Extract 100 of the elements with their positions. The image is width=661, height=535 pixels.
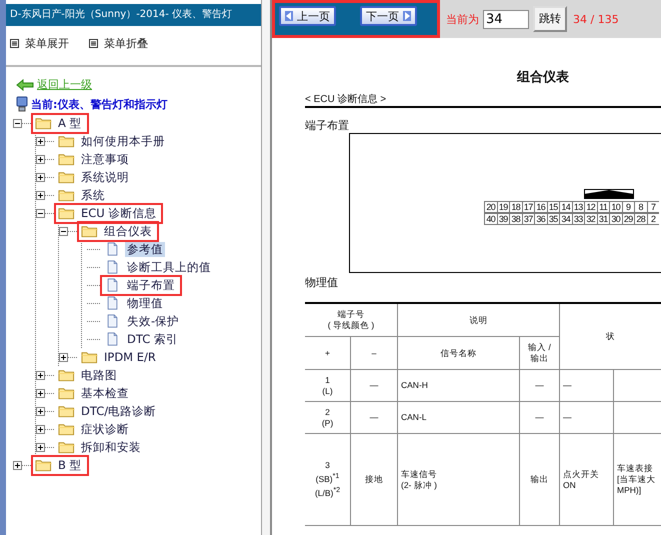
pin-number: 17 (522, 201, 534, 213)
tree-item[interactable]: DTC/电路诊断 (79, 404, 158, 418)
tree-item[interactable]: 电路图 (79, 368, 119, 382)
pin-number: 28 (634, 213, 646, 225)
pin-number: 11 (596, 201, 609, 213)
tree-item[interactable]: 基本检查 (79, 386, 131, 400)
tree-item[interactable]: 注意事项 (79, 152, 131, 166)
pin-number: 2 (646, 213, 659, 225)
tree-item[interactable]: 如何使用本手册 (79, 134, 167, 148)
expand-icon[interactable] (59, 352, 68, 362)
expand-icon[interactable] (36, 442, 45, 452)
folder-icon (58, 404, 75, 418)
folder-icon (58, 422, 75, 436)
left-arrow-icon (16, 78, 34, 90)
column-header: 输入 / 输出 (520, 337, 560, 370)
tree-item[interactable]: 症状诊断 (79, 422, 131, 436)
pin-number: 32 (584, 213, 596, 225)
expand-icon[interactable] (36, 406, 45, 416)
expand-icon[interactable] (13, 460, 22, 470)
folder-icon (58, 188, 75, 202)
menu-button[interactable]: 菜单折叠 (89, 36, 148, 51)
tree-item[interactable]: 组合仪表 (102, 224, 154, 238)
folder-icon (35, 458, 52, 472)
folder-icon (81, 350, 98, 364)
pin-number: 13 (572, 201, 584, 213)
splitter-bar[interactable] (262, 0, 272, 535)
table-cell: — (370, 412, 378, 423)
expand-icon[interactable] (36, 424, 45, 434)
expand-icon[interactable] (36, 154, 45, 164)
table-cell: 车速表接 [当车速大 MPH)] (617, 463, 656, 496)
tree-item[interactable]: 参考值 (125, 242, 165, 256)
pin-number: 10 (609, 201, 622, 213)
pin-number: 31 (596, 213, 609, 225)
pin-number: 19 (496, 201, 509, 213)
left-arrow-icon (285, 11, 293, 21)
folder-icon (58, 440, 75, 454)
folder-icon (58, 386, 75, 400)
tree-item[interactable]: B 型 (56, 458, 84, 472)
table-cell: 车速信号 (2- 脉冲 ) (401, 468, 437, 490)
pin-number: 36 (534, 213, 546, 225)
expand-icon[interactable] (36, 172, 45, 182)
table-cell: 2 (P) (322, 406, 334, 428)
table-cell: 输出 (530, 474, 548, 485)
table-cell: 1 (L) (322, 374, 333, 396)
collapse-icon[interactable] (13, 118, 22, 128)
pin-number: 12 (584, 201, 596, 213)
pin-number: 29 (622, 213, 634, 225)
table-cell: — (370, 380, 378, 391)
tree-item[interactable]: IPDM E/R (102, 350, 158, 364)
pin-number: 15 (546, 201, 559, 213)
subheading: 物理值 (305, 276, 339, 290)
list-icon (10, 39, 19, 48)
current-location: 当前:仪表、警告灯和指示灯 (31, 96, 168, 112)
pin-number: 18 (509, 201, 522, 213)
expand-icon[interactable] (36, 370, 45, 380)
collapse-icon[interactable] (59, 226, 68, 236)
pin-number: 34 (559, 213, 572, 225)
next-page-button[interactable]: 下一页 (360, 6, 417, 26)
folder-icon (58, 368, 75, 382)
pin-number: 33 (572, 213, 584, 225)
menu-button[interactable]: 菜单展开 (10, 36, 69, 51)
pin-number: 16 (534, 201, 546, 213)
pin-number: 14 (559, 201, 572, 213)
tree-item[interactable]: A 型 (56, 116, 84, 130)
tree-item[interactable]: 失效-保护 (125, 314, 182, 328)
folder-icon (81, 224, 98, 238)
folder-icon (35, 116, 52, 130)
tree-item[interactable]: 物理值 (125, 296, 165, 310)
expand-icon[interactable] (36, 190, 45, 200)
column-header: 端子号 ( 导线颜色 ) (305, 304, 398, 337)
tree-item[interactable]: 诊断工具上的值 (125, 260, 213, 274)
pin-number: 37 (522, 213, 534, 225)
collapse-icon[interactable] (36, 208, 45, 218)
pin-number: 38 (509, 213, 522, 225)
pin-number: 30 (609, 213, 622, 225)
folder-icon (58, 152, 75, 166)
table-cell: 点火开关 ON (563, 468, 599, 490)
tree-item[interactable]: 端子布置 (125, 278, 177, 292)
table-cell: — (535, 412, 544, 423)
tree-item[interactable]: DTC 索引 (125, 332, 180, 346)
pin-number: 20 (484, 201, 496, 213)
tree-item[interactable]: ECU 诊断信息 (79, 206, 158, 220)
expand-icon[interactable] (36, 388, 45, 398)
tree-item[interactable]: 系统 (79, 188, 107, 202)
right-arrow-icon (403, 11, 411, 21)
column-header: – (351, 337, 398, 370)
tree-item[interactable]: 拆卸和安装 (79, 440, 143, 454)
folder-icon (58, 206, 75, 220)
tree-item[interactable]: 系统说明 (79, 170, 131, 184)
expand-icon[interactable] (36, 136, 45, 146)
pin-number: 35 (546, 213, 559, 225)
subheading: 端子布置 (305, 119, 350, 133)
table-cell: — (535, 380, 544, 391)
folder-icon (58, 170, 75, 184)
go-button[interactable]: 跳转 (533, 6, 567, 32)
page-input[interactable]: 34 (483, 10, 529, 28)
column-header: 状 (560, 304, 661, 370)
previous-page-button[interactable]: 上一页 (279, 6, 336, 26)
document-title: 组合仪表 (516, 68, 570, 86)
column-header: 说明 (398, 304, 560, 337)
